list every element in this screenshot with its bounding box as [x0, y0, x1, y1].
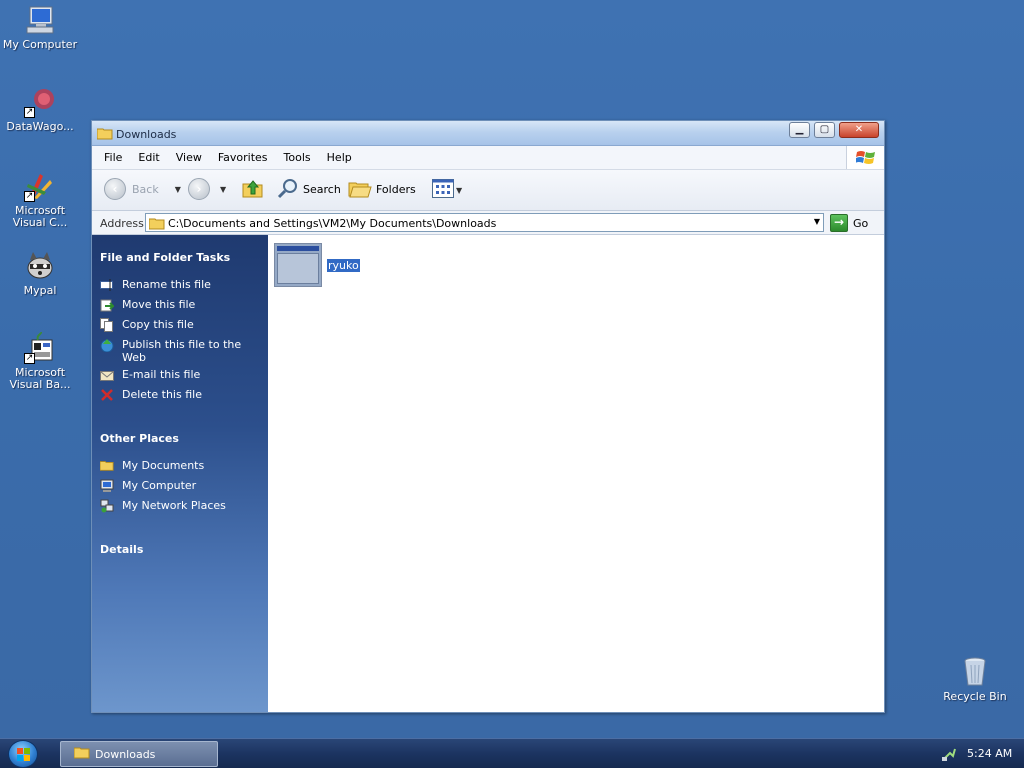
- windows-logo-icon: [846, 146, 884, 169]
- menu-view[interactable]: View: [168, 151, 210, 164]
- menu-tools[interactable]: Tools: [276, 151, 319, 164]
- menu-file[interactable]: File: [96, 151, 130, 164]
- shortcut-arrow-icon: ↗: [24, 107, 35, 118]
- raccoon-icon: [24, 250, 56, 282]
- menu-bar: File Edit View Favorites Tools Help: [92, 146, 884, 170]
- delete-icon: [100, 388, 114, 402]
- file-tasks-heading[interactable]: File and Folder Tasks: [100, 251, 230, 264]
- shortcut-arrow-icon: ↗: [24, 353, 35, 364]
- taskbar-button-downloads[interactable]: Downloads: [60, 741, 218, 767]
- address-bar: Address C:\Documents and Settings\VM2\My…: [92, 211, 884, 235]
- forward-button[interactable]: › ▼: [188, 178, 226, 200]
- maximize-button[interactable]: ▢: [814, 122, 835, 138]
- folder-icon: [148, 217, 165, 233]
- close-button[interactable]: ✕: [839, 122, 879, 138]
- email-file-link[interactable]: E-mail this file: [100, 368, 262, 382]
- explorer-window: Downloads ▁ ▢ ✕ File Edit View Favorites…: [91, 120, 885, 713]
- datawagon-icon: ↗: [24, 86, 56, 118]
- folder-icon: [99, 459, 114, 473]
- other-places-heading[interactable]: Other Places: [100, 432, 179, 445]
- go-arrow-icon: →: [830, 214, 848, 232]
- visual-studio-icon: ↗: [24, 170, 56, 202]
- folders-button[interactable]: Folders: [348, 177, 416, 202]
- back-dropdown-icon[interactable]: ▼: [175, 185, 181, 194]
- taskbar-clock[interactable]: 5:24 AM: [967, 747, 1012, 760]
- search-label: Search: [303, 183, 341, 196]
- desktop-icon-visual-c[interactable]: ↗ Microsoft Visual C...: [0, 170, 80, 229]
- publish-icon: [100, 338, 114, 353]
- forward-arrow-icon: ›: [188, 178, 210, 200]
- forward-dropdown-icon[interactable]: ▼: [220, 185, 226, 194]
- menu-edit[interactable]: Edit: [130, 151, 167, 164]
- windows-logo-icon: [17, 748, 30, 761]
- move-file-link[interactable]: Move this file: [100, 298, 262, 312]
- views-dropdown-icon[interactable]: ▼: [456, 186, 462, 195]
- address-input[interactable]: C:\Documents and Settings\VM2\My Documen…: [145, 213, 824, 232]
- my-computer-link[interactable]: My Computer: [100, 479, 262, 493]
- window-content: File and Folder Tasks Rename this file M…: [92, 235, 884, 712]
- title-bar[interactable]: Downloads ▁ ▢ ✕: [92, 121, 884, 146]
- address-dropdown-icon[interactable]: ▼: [814, 217, 820, 226]
- copy-file-link[interactable]: Copy this file: [100, 318, 262, 332]
- back-arrow-icon: ‹: [104, 178, 126, 200]
- email-icon: [100, 368, 114, 382]
- move-icon: [100, 298, 116, 312]
- visual-basic-icon: ↗: [24, 331, 56, 364]
- toolbar: ‹ Back ▼ › ▼ Search Folders ▼: [92, 170, 884, 211]
- details-heading[interactable]: Details: [100, 543, 143, 556]
- folders-icon: [348, 177, 372, 202]
- menu-favorites[interactable]: Favorites: [210, 151, 276, 164]
- delete-file-link[interactable]: Delete this file: [100, 388, 262, 402]
- my-documents-link[interactable]: My Documents: [99, 459, 262, 473]
- copy-icon: [100, 318, 114, 332]
- desktop-icon-datawagon[interactable]: ↗ DataWago...: [0, 86, 80, 133]
- file-item[interactable]: ryuko: [274, 243, 360, 287]
- address-value: C:\Documents and Settings\VM2\My Documen…: [168, 217, 497, 230]
- up-folder-button[interactable]: [242, 177, 264, 202]
- file-list[interactable]: ryuko: [268, 235, 884, 712]
- desktop-icon-label: DataWago...: [6, 120, 74, 133]
- shortcut-arrow-icon: ↗: [24, 191, 35, 202]
- search-button[interactable]: Search: [277, 177, 341, 202]
- desktop-icon-recycle-bin[interactable]: Recycle Bin: [935, 656, 1015, 703]
- rename-icon: [100, 278, 114, 292]
- file-name: ryuko: [327, 258, 360, 272]
- publish-file-link[interactable]: Publish this file to the Web: [100, 338, 262, 364]
- desktop-icon-label: Microsoft Visual C...: [12, 204, 68, 229]
- window-title: Downloads: [116, 128, 177, 141]
- minimize-button[interactable]: ▁: [789, 122, 810, 138]
- menu-help[interactable]: Help: [319, 151, 360, 164]
- network-icon: [100, 499, 114, 513]
- search-icon: [277, 177, 299, 202]
- desktop-icon-label: Recycle Bin: [943, 690, 1007, 703]
- safely-remove-hardware-icon[interactable]: [942, 747, 956, 764]
- my-network-places-link[interactable]: My Network Places: [100, 499, 262, 513]
- views-icon: [432, 179, 454, 201]
- rename-file-link[interactable]: Rename this file: [100, 278, 262, 292]
- application-window-icon: [274, 243, 322, 287]
- address-label: Address: [100, 217, 144, 230]
- up-folder-icon: [242, 177, 264, 202]
- folder-icon: [73, 746, 90, 762]
- go-label: Go: [853, 216, 869, 230]
- desktop-icon-mypal[interactable]: Mypal: [0, 250, 80, 297]
- computer-icon: [24, 4, 56, 36]
- taskbar-button-label: Downloads: [95, 747, 156, 761]
- back-button[interactable]: ‹ Back ▼: [104, 178, 181, 200]
- task-pane: File and Folder Tasks Rename this file M…: [92, 235, 268, 712]
- views-button[interactable]: ▼: [432, 179, 462, 201]
- go-button[interactable]: → Go: [830, 214, 868, 232]
- desktop-icon-label: My Computer: [2, 38, 78, 51]
- taskbar: Downloads 5:24 AM: [0, 738, 1024, 768]
- desktop-icon-visual-basic[interactable]: ↗ Microsoft Visual Ba...: [0, 331, 80, 391]
- folder-icon: [96, 127, 113, 143]
- recycle-bin-icon: [959, 656, 991, 688]
- back-label: Back: [132, 182, 159, 196]
- computer-icon: [100, 479, 114, 493]
- desktop-icon-my-computer[interactable]: My Computer: [0, 4, 80, 51]
- desktop-icon-label: Mypal: [23, 284, 57, 297]
- start-button[interactable]: [8, 740, 38, 768]
- desktop-icon-label: Microsoft Visual Ba...: [9, 366, 71, 391]
- folders-label: Folders: [376, 183, 416, 196]
